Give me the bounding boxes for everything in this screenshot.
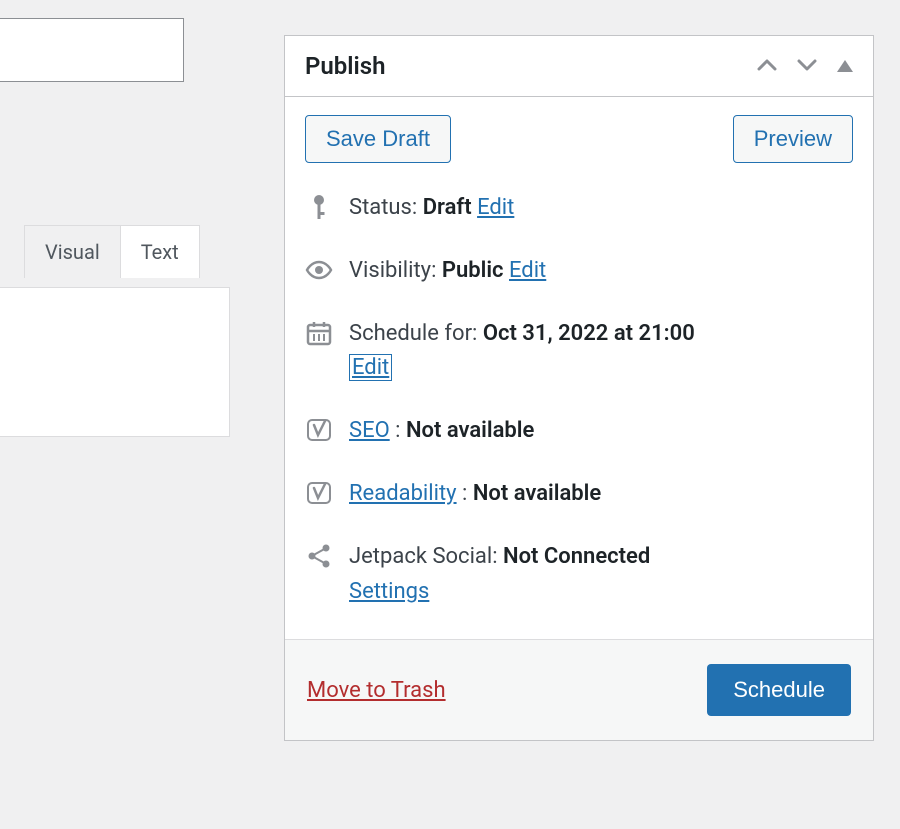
editor-content[interactable] xyxy=(0,287,230,437)
readability-sep: : xyxy=(462,481,473,506)
metabox-header: Publish xyxy=(285,36,873,97)
collapse-triangle-icon[interactable] xyxy=(837,57,853,76)
chevron-up-icon[interactable] xyxy=(757,57,777,76)
calendar-icon xyxy=(305,319,333,347)
tab-visual[interactable]: Visual xyxy=(25,226,121,278)
schedule-edit-link[interactable]: Edit xyxy=(349,354,392,381)
schedule-row: Schedule for: Oct 31, 2022 at 21:00 Edit xyxy=(305,319,853,385)
social-settings-link[interactable]: Settings xyxy=(349,579,429,604)
status-value: Draft xyxy=(423,195,472,220)
social-value: Not Connected xyxy=(503,544,650,569)
seo-link[interactable]: SEO xyxy=(349,418,390,443)
visibility-row: Visibility: Public Edit xyxy=(305,256,853,287)
save-draft-button[interactable]: Save Draft xyxy=(305,115,451,163)
tab-text[interactable]: Text xyxy=(121,226,199,278)
schedule-label: Schedule for: xyxy=(349,321,483,346)
readability-row: Readability : Not available xyxy=(305,479,853,510)
publish-metabox: Publish Save Draft Preview Status: xyxy=(284,35,874,741)
seo-sep: : xyxy=(395,418,406,443)
status-row: Status: Draft Edit xyxy=(305,193,853,224)
preview-button[interactable]: Preview xyxy=(733,115,853,163)
status-edit-link[interactable]: Edit xyxy=(477,195,514,220)
social-row: Jetpack Social: Not Connected Settings xyxy=(305,542,853,608)
status-label: Status: xyxy=(349,195,423,220)
visibility-edit-link[interactable]: Edit xyxy=(509,258,546,283)
share-icon xyxy=(305,542,333,570)
move-to-trash-link[interactable]: Move to Trash xyxy=(307,678,446,703)
seo-row: SEO : Not available xyxy=(305,416,853,447)
social-label: Jetpack Social: xyxy=(349,544,503,569)
editor-tabs: Visual Text xyxy=(24,225,200,278)
chevron-down-icon[interactable] xyxy=(797,57,817,76)
eye-icon xyxy=(305,256,333,284)
seo-value: Not available xyxy=(406,418,534,443)
yoast-icon xyxy=(305,479,333,507)
readability-link[interactable]: Readability xyxy=(349,481,457,506)
metabox-title: Publish xyxy=(305,52,386,80)
schedule-value: Oct 31, 2022 at 21:00 xyxy=(483,321,695,346)
yoast-icon xyxy=(305,416,333,444)
schedule-button[interactable]: Schedule xyxy=(707,664,851,716)
metabox-footer: Move to Trash Schedule xyxy=(285,639,873,740)
post-title-input[interactable] xyxy=(0,18,184,82)
key-icon xyxy=(305,193,333,221)
readability-value: Not available xyxy=(473,481,601,506)
visibility-label: Visibility: xyxy=(349,258,442,283)
visibility-value: Public xyxy=(442,258,504,283)
